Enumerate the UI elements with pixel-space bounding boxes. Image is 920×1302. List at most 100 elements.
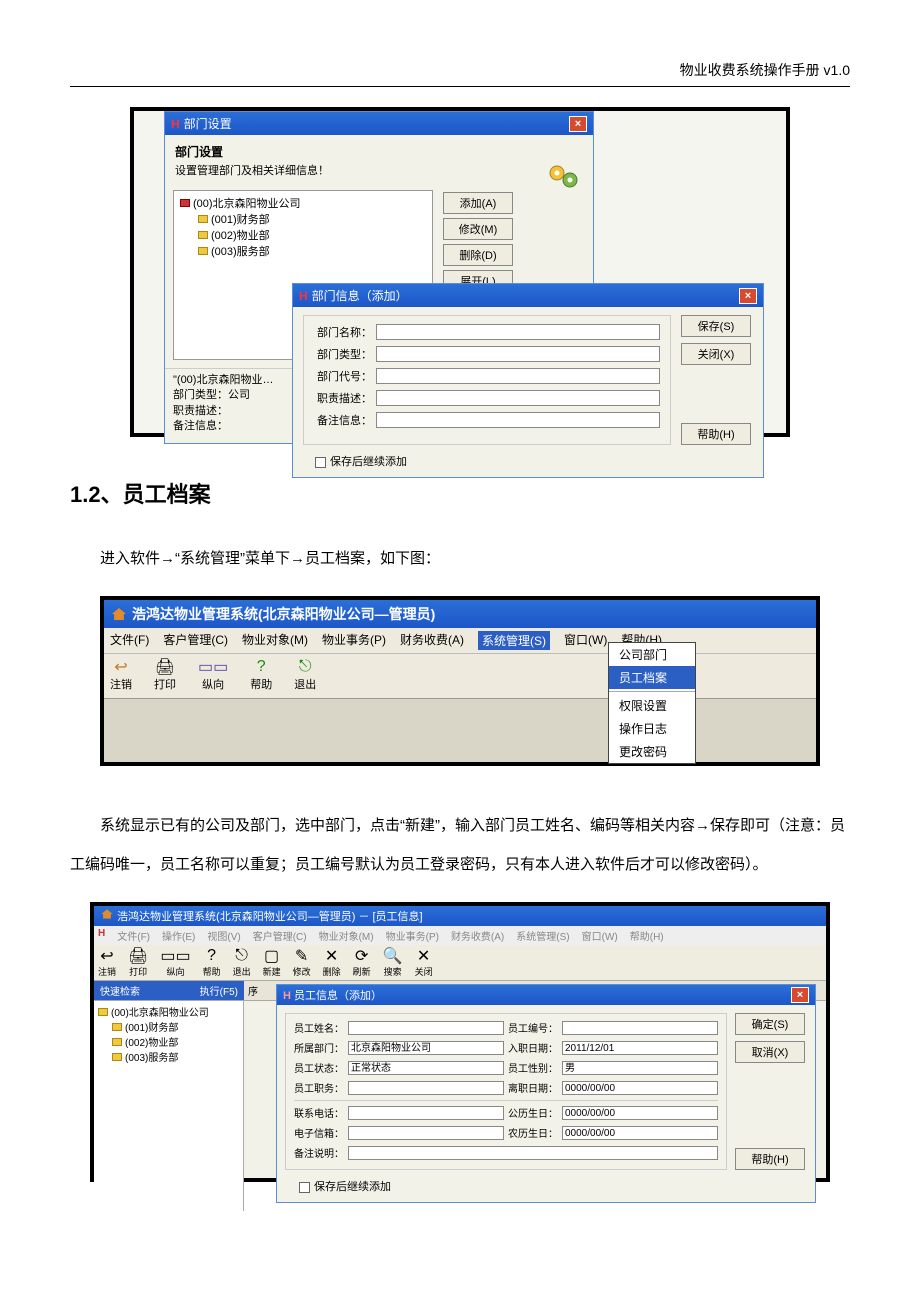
- quicksearch-bar[interactable]: 快速检索执行(F5): [94, 981, 244, 1000]
- continue-checkbox[interactable]: [315, 457, 326, 468]
- tree-item[interactable]: (001)财务部: [211, 214, 270, 226]
- tb-item[interactable]: ?帮助: [203, 947, 221, 978]
- emp-code-input[interactable]: [562, 1021, 718, 1035]
- tb-label: 修改: [293, 965, 311, 978]
- toolbar-icon: ↩: [98, 947, 116, 965]
- tb-item[interactable]: ▭▭纵向: [160, 947, 190, 978]
- tb-orient[interactable]: ▭▭纵向: [198, 658, 228, 692]
- tree-item[interactable]: (003)服务部: [211, 246, 270, 258]
- emp-dept-input[interactable]: 北京森阳物业公司: [348, 1041, 504, 1055]
- menu-item[interactable]: 文件(F): [117, 928, 150, 943]
- tb-label: 帮助: [250, 676, 272, 692]
- menu-item[interactable]: 视图(V): [207, 928, 240, 943]
- screenshot-dept-setting: H部门设置 × 部门设置 设置管理部门及相关详细信息！ (00)北京森阳物业公司…: [130, 107, 790, 437]
- save-button[interactable]: 保存(S): [681, 315, 751, 337]
- tb-item[interactable]: ⟳刷新: [353, 947, 371, 978]
- emp-email-input[interactable]: [348, 1126, 504, 1140]
- menu-object[interactable]: 物业对象(M): [242, 631, 308, 650]
- dept-name-input[interactable]: [376, 324, 660, 340]
- dept-tree[interactable]: (00)北京森阳物业公司 (001)财务部 (002)物业部 (003)服务部: [94, 1001, 244, 1211]
- tree-item[interactable]: (003)服务部: [125, 1053, 178, 1064]
- tree-item[interactable]: (001)财务部: [125, 1023, 178, 1034]
- tree-item[interactable]: (002)物业部: [211, 230, 270, 242]
- menu-item-company-dept[interactable]: 公司部门: [609, 643, 695, 666]
- emp-indate-input[interactable]: 2011/12/01: [562, 1041, 718, 1055]
- emp-gender-input[interactable]: 男: [562, 1061, 718, 1075]
- dept-code-input[interactable]: [376, 368, 660, 384]
- emp-phone-input[interactable]: [348, 1106, 504, 1120]
- help-button[interactable]: 帮助(H): [735, 1148, 805, 1170]
- menu-window[interactable]: 窗口(W): [564, 631, 607, 650]
- emp-status-input[interactable]: 正常状态: [348, 1061, 504, 1075]
- menu-item-change-pwd[interactable]: 更改密码: [609, 740, 695, 763]
- close-icon[interactable]: ×: [739, 288, 757, 304]
- menu-item[interactable]: 系统管理(S): [516, 928, 569, 943]
- tb-item[interactable]: ↩注销: [98, 947, 116, 978]
- dept-remark-input[interactable]: [376, 412, 660, 428]
- menu-customer[interactable]: 客户管理(C): [163, 631, 228, 650]
- menu-item[interactable]: 财务收费(A): [451, 928, 504, 943]
- dept-add-title: 部门信息（添加）: [312, 287, 408, 304]
- cancel-button[interactable]: 取消(X): [735, 1041, 805, 1063]
- close-icon[interactable]: ×: [791, 987, 809, 1003]
- emp-remark-input[interactable]: [348, 1146, 718, 1160]
- app-icon: H: [98, 928, 105, 943]
- tb-label: 打印: [128, 965, 148, 978]
- tb-exit[interactable]: ⎋退出: [294, 658, 316, 692]
- menu-item[interactable]: 帮助(H): [630, 928, 664, 943]
- menu-file[interactable]: 文件(F): [110, 631, 149, 650]
- add-button[interactable]: 添加(A): [443, 192, 513, 214]
- emp-job-input[interactable]: [348, 1081, 504, 1095]
- menu-item[interactable]: 客户管理(C): [253, 928, 307, 943]
- dept-type-input[interactable]: [376, 346, 660, 362]
- print-icon: 🖨: [154, 658, 176, 676]
- menu-item[interactable]: 窗口(W): [582, 928, 618, 943]
- logout-icon: ↩: [110, 658, 132, 676]
- menu-item-oplog[interactable]: 操作日志: [609, 717, 695, 740]
- tb-item[interactable]: ✎修改: [293, 947, 311, 978]
- tb-label: 关闭: [415, 965, 433, 978]
- modify-button[interactable]: 修改(M): [443, 218, 513, 240]
- dept-duty-input[interactable]: [376, 390, 660, 406]
- continue-label: 保存后继续添加: [314, 1181, 391, 1193]
- menu-affairs[interactable]: 物业事务(P): [322, 631, 386, 650]
- delete-button[interactable]: 删除(D): [443, 244, 513, 266]
- close-icon[interactable]: ×: [569, 116, 587, 132]
- tb-new[interactable]: ▢新建: [263, 947, 281, 978]
- emp-outdate-input[interactable]: 0000/00/00: [562, 1081, 718, 1095]
- emp-name-input[interactable]: [348, 1021, 504, 1035]
- toolbar-icon: ✕: [323, 947, 341, 965]
- field-label: 联系电话：: [294, 1105, 344, 1120]
- tb-label: 退出: [294, 676, 316, 692]
- menu-system[interactable]: 系统管理(S): [478, 631, 550, 650]
- tb-item[interactable]: ⎋退出: [233, 947, 251, 978]
- field-label: 部门名称：: [314, 324, 372, 340]
- tb-label: 注销: [98, 965, 116, 978]
- tb-label: 刷新: [353, 965, 371, 978]
- tb-help[interactable]: ?帮助: [250, 658, 272, 692]
- menu-item[interactable]: 物业事务(P): [386, 928, 439, 943]
- field-label: 公历生日：: [508, 1105, 558, 1120]
- help-button[interactable]: 帮助(H): [681, 423, 751, 445]
- app-icon: H: [283, 990, 294, 1002]
- tb-logout[interactable]: ↩注销: [110, 658, 132, 692]
- emp-lbirth-input[interactable]: 0000/00/00: [562, 1126, 718, 1140]
- tb-label: 纵向: [198, 676, 228, 692]
- menu-item[interactable]: 物业对象(M): [319, 928, 374, 943]
- tb-item[interactable]: 🖨打印: [128, 947, 148, 978]
- close-button[interactable]: 关闭(X): [681, 343, 751, 365]
- tree-root[interactable]: (00)北京森阳物业公司: [111, 1008, 209, 1019]
- menu-item-employee-archive[interactable]: 员工档案: [609, 666, 695, 689]
- continue-checkbox[interactable]: [299, 1182, 310, 1193]
- menu-item[interactable]: 操作(E): [162, 928, 195, 943]
- menu-item-permission[interactable]: 权限设置: [609, 694, 695, 717]
- tree-root[interactable]: (00)北京森阳物业公司: [193, 198, 301, 210]
- ok-button[interactable]: 确定(S): [735, 1013, 805, 1035]
- tb-item[interactable]: 🔍搜索: [383, 947, 403, 978]
- tb-item[interactable]: ✕删除: [323, 947, 341, 978]
- emp-gbirth-input[interactable]: 0000/00/00: [562, 1106, 718, 1120]
- tb-item[interactable]: ✕关闭: [415, 947, 433, 978]
- tree-item[interactable]: (002)物业部: [125, 1038, 178, 1049]
- menu-finance[interactable]: 财务收费(A): [400, 631, 464, 650]
- tb-print[interactable]: 🖨打印: [154, 658, 176, 692]
